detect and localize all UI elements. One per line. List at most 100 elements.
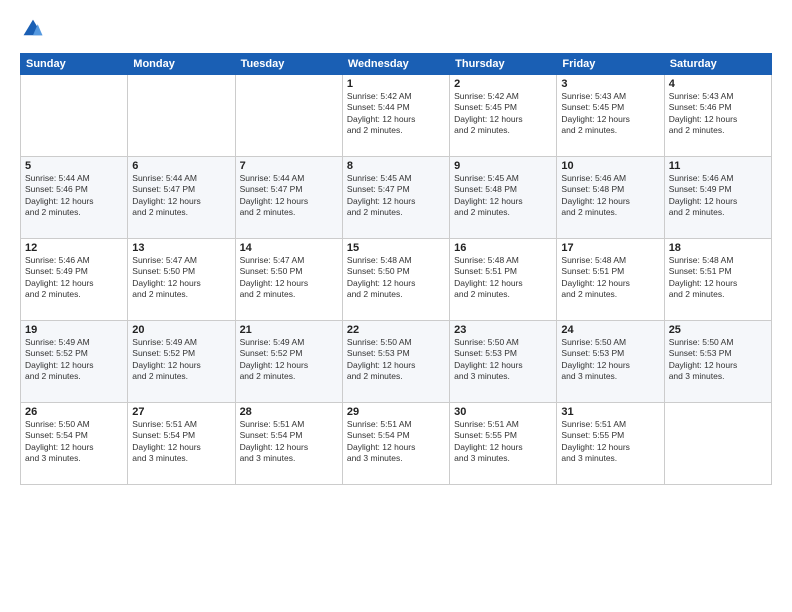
day-number: 27 (132, 406, 230, 418)
calendar-cell: 9Sunrise: 5:45 AM Sunset: 5:48 PM Daylig… (450, 157, 557, 239)
day-info: Sunrise: 5:48 AM Sunset: 5:51 PM Dayligh… (669, 255, 767, 301)
day-info: Sunrise: 5:50 AM Sunset: 5:53 PM Dayligh… (669, 337, 767, 383)
calendar-cell: 12Sunrise: 5:46 AM Sunset: 5:49 PM Dayli… (21, 239, 128, 321)
day-info: Sunrise: 5:50 AM Sunset: 5:54 PM Dayligh… (25, 419, 123, 465)
weekday-header: Friday (557, 54, 664, 75)
calendar-cell (21, 75, 128, 157)
day-number: 21 (240, 324, 338, 336)
calendar-cell: 27Sunrise: 5:51 AM Sunset: 5:54 PM Dayli… (128, 403, 235, 485)
day-number: 6 (132, 160, 230, 172)
day-info: Sunrise: 5:46 AM Sunset: 5:49 PM Dayligh… (669, 173, 767, 219)
logo-icon (22, 18, 44, 40)
calendar-cell: 31Sunrise: 5:51 AM Sunset: 5:55 PM Dayli… (557, 403, 664, 485)
day-number: 17 (561, 242, 659, 254)
day-info: Sunrise: 5:43 AM Sunset: 5:46 PM Dayligh… (669, 91, 767, 137)
day-info: Sunrise: 5:51 AM Sunset: 5:54 PM Dayligh… (240, 419, 338, 465)
calendar-cell: 17Sunrise: 5:48 AM Sunset: 5:51 PM Dayli… (557, 239, 664, 321)
calendar-week-row: 1Sunrise: 5:42 AM Sunset: 5:44 PM Daylig… (21, 75, 772, 157)
day-number: 12 (25, 242, 123, 254)
day-number: 13 (132, 242, 230, 254)
calendar-week-row: 12Sunrise: 5:46 AM Sunset: 5:49 PM Dayli… (21, 239, 772, 321)
weekday-header: Sunday (21, 54, 128, 75)
day-info: Sunrise: 5:46 AM Sunset: 5:49 PM Dayligh… (25, 255, 123, 301)
day-info: Sunrise: 5:48 AM Sunset: 5:50 PM Dayligh… (347, 255, 445, 301)
calendar-cell: 20Sunrise: 5:49 AM Sunset: 5:52 PM Dayli… (128, 321, 235, 403)
calendar-cell: 6Sunrise: 5:44 AM Sunset: 5:47 PM Daylig… (128, 157, 235, 239)
calendar-cell: 24Sunrise: 5:50 AM Sunset: 5:53 PM Dayli… (557, 321, 664, 403)
day-number: 18 (669, 242, 767, 254)
day-info: Sunrise: 5:42 AM Sunset: 5:44 PM Dayligh… (347, 91, 445, 137)
calendar-table: SundayMondayTuesdayWednesdayThursdayFrid… (20, 53, 772, 485)
calendar-cell: 16Sunrise: 5:48 AM Sunset: 5:51 PM Dayli… (450, 239, 557, 321)
calendar-cell: 22Sunrise: 5:50 AM Sunset: 5:53 PM Dayli… (342, 321, 449, 403)
day-info: Sunrise: 5:48 AM Sunset: 5:51 PM Dayligh… (561, 255, 659, 301)
day-info: Sunrise: 5:47 AM Sunset: 5:50 PM Dayligh… (132, 255, 230, 301)
calendar-cell: 23Sunrise: 5:50 AM Sunset: 5:53 PM Dayli… (450, 321, 557, 403)
day-info: Sunrise: 5:50 AM Sunset: 5:53 PM Dayligh… (347, 337, 445, 383)
day-info: Sunrise: 5:44 AM Sunset: 5:46 PM Dayligh… (25, 173, 123, 219)
day-info: Sunrise: 5:50 AM Sunset: 5:53 PM Dayligh… (454, 337, 552, 383)
calendar-cell (235, 75, 342, 157)
day-number: 26 (25, 406, 123, 418)
day-number: 7 (240, 160, 338, 172)
calendar-cell: 2Sunrise: 5:42 AM Sunset: 5:45 PM Daylig… (450, 75, 557, 157)
calendar-cell: 28Sunrise: 5:51 AM Sunset: 5:54 PM Dayli… (235, 403, 342, 485)
day-info: Sunrise: 5:45 AM Sunset: 5:47 PM Dayligh… (347, 173, 445, 219)
day-info: Sunrise: 5:44 AM Sunset: 5:47 PM Dayligh… (240, 173, 338, 219)
calendar-week-row: 26Sunrise: 5:50 AM Sunset: 5:54 PM Dayli… (21, 403, 772, 485)
day-info: Sunrise: 5:46 AM Sunset: 5:48 PM Dayligh… (561, 173, 659, 219)
calendar-cell: 3Sunrise: 5:43 AM Sunset: 5:45 PM Daylig… (557, 75, 664, 157)
day-number: 5 (25, 160, 123, 172)
calendar-cell: 13Sunrise: 5:47 AM Sunset: 5:50 PM Dayli… (128, 239, 235, 321)
calendar-cell: 11Sunrise: 5:46 AM Sunset: 5:49 PM Dayli… (664, 157, 771, 239)
calendar-cell: 14Sunrise: 5:47 AM Sunset: 5:50 PM Dayli… (235, 239, 342, 321)
calendar-cell: 30Sunrise: 5:51 AM Sunset: 5:55 PM Dayli… (450, 403, 557, 485)
calendar-cell: 10Sunrise: 5:46 AM Sunset: 5:48 PM Dayli… (557, 157, 664, 239)
calendar-cell: 29Sunrise: 5:51 AM Sunset: 5:54 PM Dayli… (342, 403, 449, 485)
day-info: Sunrise: 5:49 AM Sunset: 5:52 PM Dayligh… (132, 337, 230, 383)
calendar-cell (128, 75, 235, 157)
day-number: 15 (347, 242, 445, 254)
day-info: Sunrise: 5:51 AM Sunset: 5:55 PM Dayligh… (561, 419, 659, 465)
day-number: 16 (454, 242, 552, 254)
day-number: 2 (454, 78, 552, 90)
page-header (20, 18, 772, 45)
calendar-cell: 26Sunrise: 5:50 AM Sunset: 5:54 PM Dayli… (21, 403, 128, 485)
day-number: 14 (240, 242, 338, 254)
calendar-cell: 5Sunrise: 5:44 AM Sunset: 5:46 PM Daylig… (21, 157, 128, 239)
calendar-cell: 25Sunrise: 5:50 AM Sunset: 5:53 PM Dayli… (664, 321, 771, 403)
weekday-header: Monday (128, 54, 235, 75)
logo (20, 18, 46, 45)
calendar-cell: 19Sunrise: 5:49 AM Sunset: 5:52 PM Dayli… (21, 321, 128, 403)
calendar-cell: 21Sunrise: 5:49 AM Sunset: 5:52 PM Dayli… (235, 321, 342, 403)
day-info: Sunrise: 5:50 AM Sunset: 5:53 PM Dayligh… (561, 337, 659, 383)
day-number: 20 (132, 324, 230, 336)
day-info: Sunrise: 5:49 AM Sunset: 5:52 PM Dayligh… (240, 337, 338, 383)
day-info: Sunrise: 5:42 AM Sunset: 5:45 PM Dayligh… (454, 91, 552, 137)
day-info: Sunrise: 5:51 AM Sunset: 5:55 PM Dayligh… (454, 419, 552, 465)
weekday-header: Saturday (664, 54, 771, 75)
weekday-header: Tuesday (235, 54, 342, 75)
day-info: Sunrise: 5:48 AM Sunset: 5:51 PM Dayligh… (454, 255, 552, 301)
day-number: 29 (347, 406, 445, 418)
day-number: 30 (454, 406, 552, 418)
calendar-cell (664, 403, 771, 485)
calendar-cell: 8Sunrise: 5:45 AM Sunset: 5:47 PM Daylig… (342, 157, 449, 239)
day-number: 10 (561, 160, 659, 172)
day-number: 9 (454, 160, 552, 172)
day-number: 4 (669, 78, 767, 90)
calendar-cell: 15Sunrise: 5:48 AM Sunset: 5:50 PM Dayli… (342, 239, 449, 321)
calendar-cell: 4Sunrise: 5:43 AM Sunset: 5:46 PM Daylig… (664, 75, 771, 157)
weekday-header: Thursday (450, 54, 557, 75)
calendar-page: SundayMondayTuesdayWednesdayThursdayFrid… (0, 0, 792, 612)
day-number: 3 (561, 78, 659, 90)
day-info: Sunrise: 5:45 AM Sunset: 5:48 PM Dayligh… (454, 173, 552, 219)
day-info: Sunrise: 5:49 AM Sunset: 5:52 PM Dayligh… (25, 337, 123, 383)
day-number: 31 (561, 406, 659, 418)
day-info: Sunrise: 5:51 AM Sunset: 5:54 PM Dayligh… (347, 419, 445, 465)
day-number: 1 (347, 78, 445, 90)
calendar-week-row: 19Sunrise: 5:49 AM Sunset: 5:52 PM Dayli… (21, 321, 772, 403)
day-number: 23 (454, 324, 552, 336)
day-info: Sunrise: 5:47 AM Sunset: 5:50 PM Dayligh… (240, 255, 338, 301)
day-number: 24 (561, 324, 659, 336)
